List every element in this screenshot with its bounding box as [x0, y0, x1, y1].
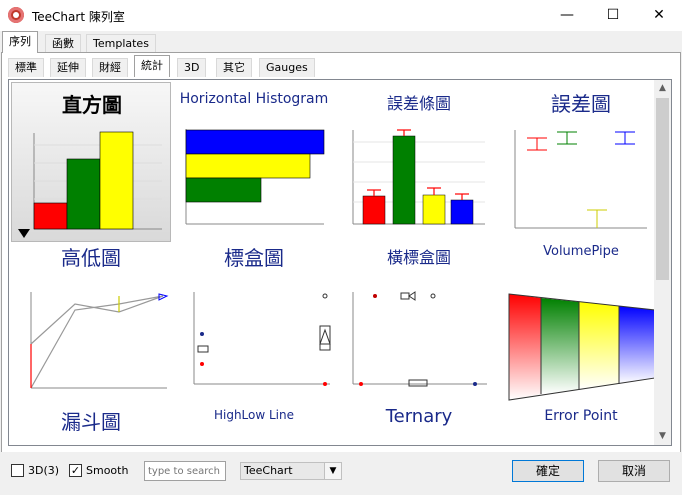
box-plot-thumbnail: [193, 292, 331, 386]
chart-gallery: 直方圖 Horizontal Histogram 誤差條圖 誤差圖 高低圖 標盒…: [8, 79, 672, 446]
tab-functions[interactable]: 函數: [45, 34, 81, 53]
gallery-item-error[interactable]: 誤差圖: [501, 82, 661, 242]
checkbox-3d[interactable]: [11, 464, 24, 477]
tab-other[interactable]: 其它: [216, 58, 252, 77]
histogram-thumbnail: [18, 131, 162, 238]
tab-series[interactable]: 序列: [2, 31, 38, 53]
bottom-bar: 3D(3) ✓ Smooth TeeChart ▼ 確定 取消: [0, 452, 682, 495]
theme-select-value: TeeChart: [244, 464, 293, 477]
gallery-item-label: 漏斗圖: [61, 410, 121, 434]
maximize-button[interactable]: ☐: [590, 0, 636, 31]
theme-select[interactable]: TeeChart ▼: [240, 462, 342, 480]
checkbox-smooth-label: Smooth: [86, 464, 129, 477]
tab-statistical[interactable]: 統計: [134, 55, 170, 77]
scroll-down-icon[interactable]: ▼: [654, 428, 671, 445]
tab-templates[interactable]: Templates: [86, 34, 156, 53]
ok-button[interactable]: 確定: [512, 460, 584, 482]
gallery-item-funnel[interactable]: 漏斗圖: [11, 406, 171, 445]
gallery-item-error-bar[interactable]: 誤差條圖: [339, 82, 499, 242]
window-title: TeeChart 陳列室: [32, 10, 125, 24]
gallery-item-label: Ternary: [385, 406, 453, 427]
minimize-button[interactable]: —: [544, 0, 590, 31]
checkbox-3d-label: 3D(3): [28, 464, 60, 477]
gallery-item-error-point[interactable]: Error Point: [501, 406, 661, 445]
title-bar: TeeChart 陳列室 — ☐ ✕: [0, 0, 682, 31]
checkbox-smooth[interactable]: ✓: [69, 464, 82, 477]
tab-gauges[interactable]: Gauges: [259, 58, 315, 77]
search-input[interactable]: [144, 461, 226, 481]
horizontal-box-plot-thumbnail: [352, 291, 487, 387]
error-thumbnail: [514, 130, 647, 229]
high-low-thumbnail: [30, 292, 169, 389]
gallery-item-label: HighLow Line: [213, 408, 295, 422]
tab-extended[interactable]: 延伸: [50, 58, 86, 77]
series-panel: 標準 延伸 財經 統計 3D 其它 Gauges 直方圖 Horizontal …: [1, 52, 681, 454]
gallery-item-label: Error Point: [544, 408, 618, 424]
gallery-item-ternary[interactable]: Ternary: [339, 406, 499, 445]
chevron-down-icon[interactable]: ▼: [324, 463, 341, 479]
close-button[interactable]: ✕: [636, 0, 682, 31]
scroll-up-icon[interactable]: ▲: [654, 80, 671, 97]
tab-3d[interactable]: 3D: [177, 58, 207, 77]
sub-tab-strip: 標準 延伸 財經 統計 3D 其它 Gauges: [5, 55, 675, 77]
tab-standard[interactable]: 標準: [8, 58, 44, 77]
gallery-item-horizontal-histogram[interactable]: Horizontal Histogram: [174, 82, 334, 242]
volume-pipe-thumbnail: [508, 293, 656, 401]
gallery-item-high-low[interactable]: 高低圖: [11, 244, 171, 404]
gallery-item-box-plot[interactable]: 標盒圖: [174, 244, 334, 404]
horizontal-histogram-thumbnail: [185, 129, 325, 225]
gallery-scrollbar[interactable]: ▲ ▼: [654, 80, 671, 445]
tab-financial[interactable]: 財經: [92, 58, 128, 77]
main-tab-strip: 序列 函數 Templates: [0, 31, 682, 53]
app-icon: [8, 7, 24, 23]
gallery-item-histogram[interactable]: 直方圖: [11, 82, 171, 242]
error-bar-thumbnail: [352, 129, 485, 225]
gallery-item-horizontal-box-plot[interactable]: 橫標盒圖: [339, 244, 499, 404]
gallery-item-volume-pipe[interactable]: VolumePipe: [501, 244, 661, 404]
gallery-item-high-low-line[interactable]: HighLow Line: [174, 406, 334, 445]
cancel-button[interactable]: 取消: [598, 460, 670, 482]
scrollbar-thumb[interactable]: [656, 98, 669, 280]
